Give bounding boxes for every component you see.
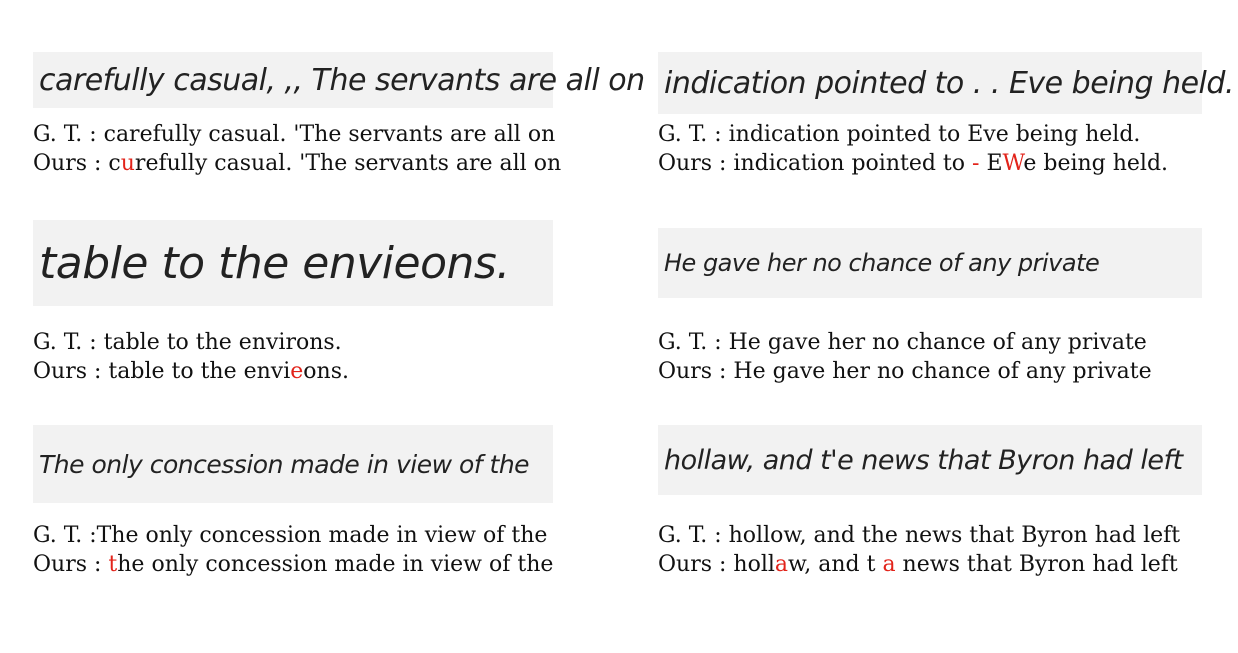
error-char: a — [882, 551, 896, 577]
ours-line: Ours : hollaw, and t a news that Byron h… — [658, 551, 1178, 577]
transcription-5: G. T. :The only concession made in view … — [33, 522, 593, 579]
ours-line: Ours : curefully casual. 'The servants a… — [33, 150, 562, 176]
transcription-6: G. T. : hollow, and the news that Byron … — [658, 522, 1203, 579]
error-char: t — [108, 551, 118, 577]
handwriting-image-6: hollaw, and t'e news that Byron had left — [658, 425, 1202, 495]
gt-line: G. T. :The only concession made in view … — [33, 523, 548, 548]
handwriting-image-2: indication pointed to . . Eve being held… — [658, 52, 1234, 114]
handwriting-image-5: The only concession made in view of the — [33, 425, 553, 503]
ours-line: Ours : the only concession made in view … — [33, 551, 554, 577]
ours-line: Ours : indication pointed to - EWe being… — [658, 150, 1169, 176]
transcription-1: G. T. : carefully casual. 'The servants … — [33, 121, 593, 178]
ours-line: Ours : table to the envieons. — [33, 358, 349, 384]
error-char: a — [774, 551, 789, 577]
ours-text-3: table to the envieons. — [101, 359, 349, 384]
error-char: u — [120, 150, 135, 176]
handwriting-image-4: He gave her no chance of any private — [658, 228, 1202, 298]
transcription-3: G. T. : table to the environs. Ours : ta… — [33, 329, 593, 386]
ours-line: Ours : He gave her no chance of any priv… — [658, 358, 1152, 384]
ours-segment: ons. — [303, 358, 349, 384]
handwriting-image-3: table to the envieons. — [33, 220, 553, 306]
gt-line: G. T. : hollow, and the news that Byron … — [658, 523, 1181, 548]
gt-line: G. T. : table to the environs. — [33, 330, 342, 355]
transcription-4: G. T. : He gave her no chance of any pri… — [658, 329, 1218, 386]
error-char: e — [290, 358, 304, 384]
gt-line: G. T. : He gave her no chance of any pri… — [658, 330, 1147, 355]
ours-segment: table to the envi — [101, 358, 291, 384]
transcription-2: G. T. : indication pointed to Eve being … — [658, 121, 1203, 178]
handwriting-image-1: carefully casual, ,, The servants are al… — [33, 52, 645, 108]
error-char: W — [1002, 150, 1024, 176]
gt-line: G. T. : carefully casual. 'The servants … — [33, 122, 556, 147]
gt-line: G. T. : indication pointed to Eve being … — [658, 122, 1141, 147]
